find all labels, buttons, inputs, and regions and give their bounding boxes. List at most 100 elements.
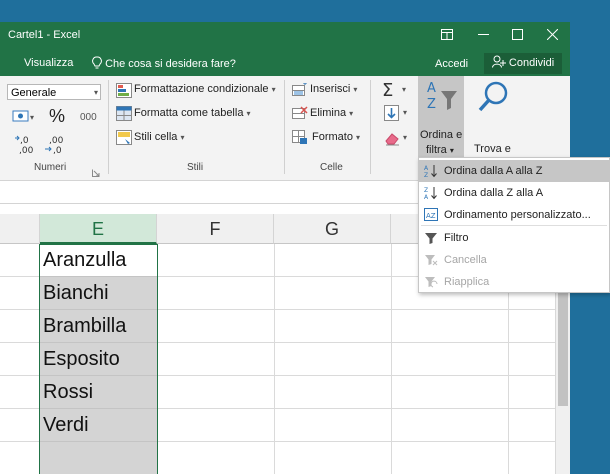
tell-me-text: Che cosa si desidera fare?: [105, 58, 236, 70]
table-row: Rossi: [0, 376, 555, 409]
accounting-format-icon[interactable]: ▾: [12, 109, 36, 130]
format-as-table-label[interactable]: Formatta come tabella ▾: [134, 107, 251, 119]
tab-visualizza[interactable]: Visualizza: [24, 57, 73, 69]
minimize-icon[interactable]: [472, 26, 494, 46]
format-as-table-icon[interactable]: [116, 106, 132, 126]
menu-item-sort-az[interactable]: AZ Ordina dalla A alla Z: [419, 160, 609, 182]
ribbon-separator: [284, 80, 285, 174]
thousands-separator-button[interactable]: 000: [80, 112, 97, 123]
ribbon-separator: [370, 80, 371, 174]
window-title: Cartel1 - Excel: [8, 29, 81, 41]
sort-filter-icon: AZ: [425, 79, 459, 118]
share-button[interactable]: Condividi: [484, 53, 562, 74]
cell-e6[interactable]: Verdi: [40, 409, 157, 442]
insert-cells-icon[interactable]: [292, 81, 308, 103]
cell-e7[interactable]: [40, 442, 157, 474]
table-row: [0, 442, 555, 474]
tell-me-box[interactable]: Che cosa si desidera fare?: [92, 56, 236, 70]
menu-item-clear: Cancella: [419, 249, 609, 271]
filter-icon: [424, 231, 438, 245]
svg-text:Z: Z: [424, 172, 428, 178]
cell-e3[interactable]: Brambilla: [40, 310, 157, 343]
cell-e1[interactable]: Aranzulla: [40, 244, 157, 277]
column-header-e[interactable]: E: [40, 214, 157, 244]
column-header-g[interactable]: G: [274, 214, 391, 244]
cell-e2[interactable]: Bianchi: [40, 277, 157, 310]
ribbon-tabs: Visualizza Che cosa si desidera fare? Ac…: [0, 50, 570, 76]
cell-e5[interactable]: Rossi: [40, 376, 157, 409]
chevron-down-icon: ▾: [93, 88, 98, 97]
lightbulb-icon: [92, 56, 102, 69]
menu-item-label: Ordina dalla A alla Z: [444, 165, 543, 177]
sort-filter-label-line2: filtra ▾: [426, 144, 454, 156]
conditional-formatting-icon: [116, 83, 132, 98]
menu-item-sort-za[interactable]: ZA Ordina dalla Z alla A: [419, 182, 609, 204]
sort-az-icon: AZ: [424, 164, 438, 179]
svg-text:AZ: AZ: [426, 212, 436, 220]
close-icon[interactable]: [541, 26, 563, 46]
find-select-icon[interactable]: [476, 80, 510, 119]
number-format-select[interactable]: Generale ▾: [7, 84, 101, 100]
sign-in-link[interactable]: Accedi: [435, 58, 468, 70]
menu-item-reapply: Riapplica: [419, 271, 609, 293]
row-header-corner[interactable]: [0, 214, 40, 244]
menu-item-filter[interactable]: Filtro: [419, 227, 609, 249]
cell-e4[interactable]: Esposito: [40, 343, 157, 376]
group-label-numeri: Numeri: [34, 162, 67, 173]
group-label-stili: Stili: [187, 162, 204, 173]
fill-icon[interactable]: ▾: [384, 105, 412, 128]
svg-text:▾: ▾: [30, 113, 34, 122]
sort-filter-label-line1: Ordina e: [420, 129, 463, 141]
add-person-icon: [491, 55, 506, 68]
delete-cells-label[interactable]: Elimina ▾: [310, 107, 353, 119]
clear-filter-icon: [424, 253, 438, 267]
svg-text:A: A: [424, 194, 429, 200]
menu-item-label: Ordinamento personalizzato...: [444, 209, 591, 221]
svg-text:,00: ,00: [19, 146, 34, 156]
sort-filter-menu: AZ Ordina dalla A alla Z ZA Ordina dalla…: [418, 157, 610, 293]
menu-item-label: Filtro: [444, 232, 469, 244]
format-cells-label[interactable]: Formato ▾: [312, 131, 360, 143]
insert-cells-label[interactable]: Inserisci ▾: [310, 83, 357, 95]
svg-text:A: A: [427, 81, 436, 96]
svg-text:▾: ▾: [403, 108, 407, 117]
delete-cells-icon[interactable]: [292, 106, 308, 126]
reapply-icon: [424, 275, 438, 289]
svg-text:Z: Z: [427, 97, 436, 112]
share-label: Condividi: [508, 57, 555, 69]
menu-item-label: Cancella: [444, 254, 487, 266]
svg-text:▾: ▾: [403, 133, 407, 142]
clear-eraser-icon[interactable]: ▾: [384, 130, 412, 151]
maximize-icon[interactable]: [506, 26, 528, 46]
autosum-icon[interactable]: Σ ▾: [382, 80, 412, 105]
find-select-label-line1[interactable]: Trova e: [474, 143, 511, 155]
svg-text:,0: ,0: [20, 136, 29, 146]
column-header-f[interactable]: F: [157, 214, 274, 244]
table-row: Verdi: [0, 409, 555, 442]
sort-za-icon: ZA: [424, 186, 438, 201]
svg-text:A: A: [424, 165, 429, 172]
percent-button[interactable]: %: [49, 106, 65, 127]
svg-text:,00: ,00: [49, 136, 64, 146]
conditional-formatting-label[interactable]: Formattazione condizionale ▾: [134, 83, 276, 95]
number-format-value: Generale: [11, 87, 57, 99]
custom-sort-icon: AZ: [424, 208, 438, 222]
format-cells-icon[interactable]: [292, 130, 308, 150]
group-label-celle: Celle: [320, 162, 343, 173]
increase-decimal-icon[interactable]: ,0,00: [14, 134, 38, 161]
menu-item-label: Riapplica: [444, 276, 490, 288]
title-bar: Cartel1 - Excel: [0, 22, 570, 50]
decrease-decimal-icon[interactable]: ,00,0: [44, 134, 70, 161]
cell-styles-label[interactable]: Stili cella ▾: [134, 131, 184, 143]
svg-text:,0: ,0: [53, 146, 62, 156]
ribbon-display-options-icon[interactable]: [436, 26, 458, 46]
svg-text:▾: ▾: [402, 85, 406, 94]
menu-item-label: Ordina dalla Z alla A: [444, 187, 544, 199]
cell-styles-icon[interactable]: [116, 130, 132, 150]
table-row: Brambilla: [0, 310, 555, 343]
svg-text:Z: Z: [424, 187, 428, 194]
dialog-launcher-icon[interactable]: [92, 164, 100, 182]
table-row: Esposito: [0, 343, 555, 376]
menu-separator: [421, 225, 607, 226]
menu-item-custom-sort[interactable]: AZ Ordinamento personalizzato...: [419, 204, 609, 226]
